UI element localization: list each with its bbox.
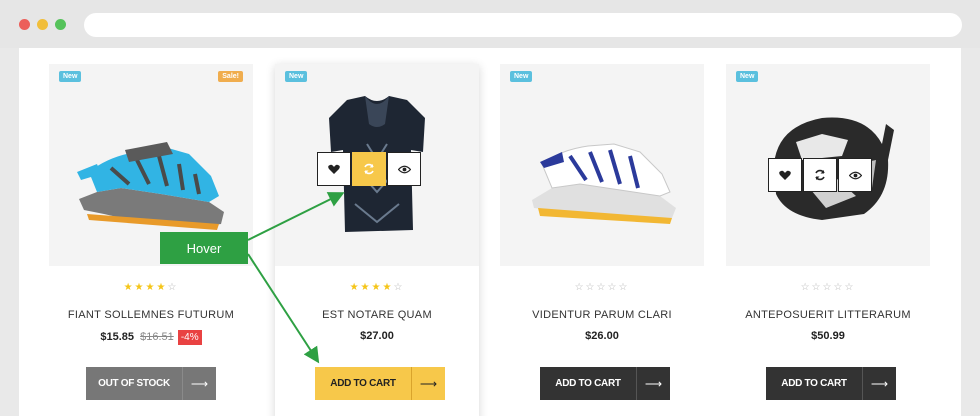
sale-badge: Sale! [218, 71, 243, 82]
heart-icon[interactable] [768, 158, 802, 192]
price-row: $27.00 [275, 330, 479, 342]
add-to-cart-button[interactable]: ADD TO CART ⟶ [540, 367, 670, 400]
product-image[interactable]: New [726, 64, 930, 266]
rating-stars: ☆☆☆☆☆ [574, 282, 630, 293]
rating-stars: ★★★★☆ [123, 282, 179, 293]
arrow-right-icon: ⟶ [862, 367, 896, 400]
arrow-right-icon: ⟶ [636, 367, 670, 400]
current-price: $27.00 [360, 330, 394, 342]
current-price: $50.99 [811, 330, 845, 342]
button-label: ADD TO CART [315, 367, 411, 400]
product-actions [768, 158, 873, 192]
product-card[interactable]: New ☆☆☆☆☆ ANTEPOSUERIT LITTERARUM $50.99… [726, 64, 930, 416]
arrow-right-icon: ⟶ [411, 367, 445, 400]
product-name[interactable]: ANTEPOSUERIT LITTERARUM [726, 309, 930, 321]
price-row: $50.99 [726, 330, 930, 342]
add-to-cart-button[interactable]: ADD TO CART ⟶ [766, 367, 896, 400]
eye-icon[interactable] [387, 152, 421, 186]
old-price: $16.51 [140, 331, 174, 343]
product-card[interactable]: New ☆☆☆☆☆ VIDENTUR PARUM CLARI $26.00 AD… [500, 64, 704, 416]
browser-titlebar [0, 0, 980, 48]
product-name[interactable]: EST NOTARE QUAM [275, 309, 479, 321]
rating-stars: ☆☆☆☆☆ [800, 282, 856, 293]
product-card-hovered[interactable]: New ★★★★☆ EST NOTARE QUAM $27.00 ADD TO … [275, 64, 479, 416]
hover-annotation-label: Hover [160, 232, 248, 264]
product-name[interactable]: VIDENTUR PARUM CLARI [500, 309, 704, 321]
page-viewport: New Sale! ★★★★☆ FIANT SOLLEMNES FUTURUM … [19, 48, 961, 416]
rating-stars: ★★★★☆ [349, 282, 405, 293]
close-window-dot[interactable] [19, 19, 30, 30]
current-price: $15.85 [100, 331, 135, 343]
heart-icon[interactable] [317, 152, 351, 186]
price-row: $15.85 $16.51 -4% [49, 330, 253, 345]
discount-badge: -4% [177, 330, 202, 345]
new-badge: New [510, 71, 533, 82]
new-badge: New [736, 71, 759, 82]
minimize-window-dot[interactable] [37, 19, 48, 30]
add-to-cart-button[interactable]: ADD TO CART ⟶ [315, 367, 445, 400]
new-badge: New [59, 71, 82, 82]
current-price: $26.00 [585, 330, 619, 342]
browser-window: New Sale! ★★★★☆ FIANT SOLLEMNES FUTURUM … [0, 0, 980, 416]
product-image[interactable]: New [275, 64, 479, 266]
out-of-stock-button[interactable]: OUT OF STOCK ⟶ [86, 367, 216, 400]
product-actions [317, 152, 422, 186]
address-bar[interactable] [84, 13, 962, 37]
maximize-window-dot[interactable] [55, 19, 66, 30]
refresh-icon[interactable] [352, 152, 386, 186]
product-image[interactable]: New [500, 64, 704, 266]
price-row: $26.00 [500, 330, 704, 342]
button-label: ADD TO CART [540, 367, 636, 400]
eye-icon[interactable] [838, 158, 872, 192]
arrow-right-icon: ⟶ [182, 367, 216, 400]
running-shoe-white-icon [532, 143, 676, 224]
button-label: ADD TO CART [766, 367, 862, 400]
refresh-icon[interactable] [803, 158, 837, 192]
new-badge: New [285, 71, 308, 82]
product-name[interactable]: FIANT SOLLEMNES FUTURUM [49, 309, 253, 321]
button-label: OUT OF STOCK [86, 367, 182, 400]
